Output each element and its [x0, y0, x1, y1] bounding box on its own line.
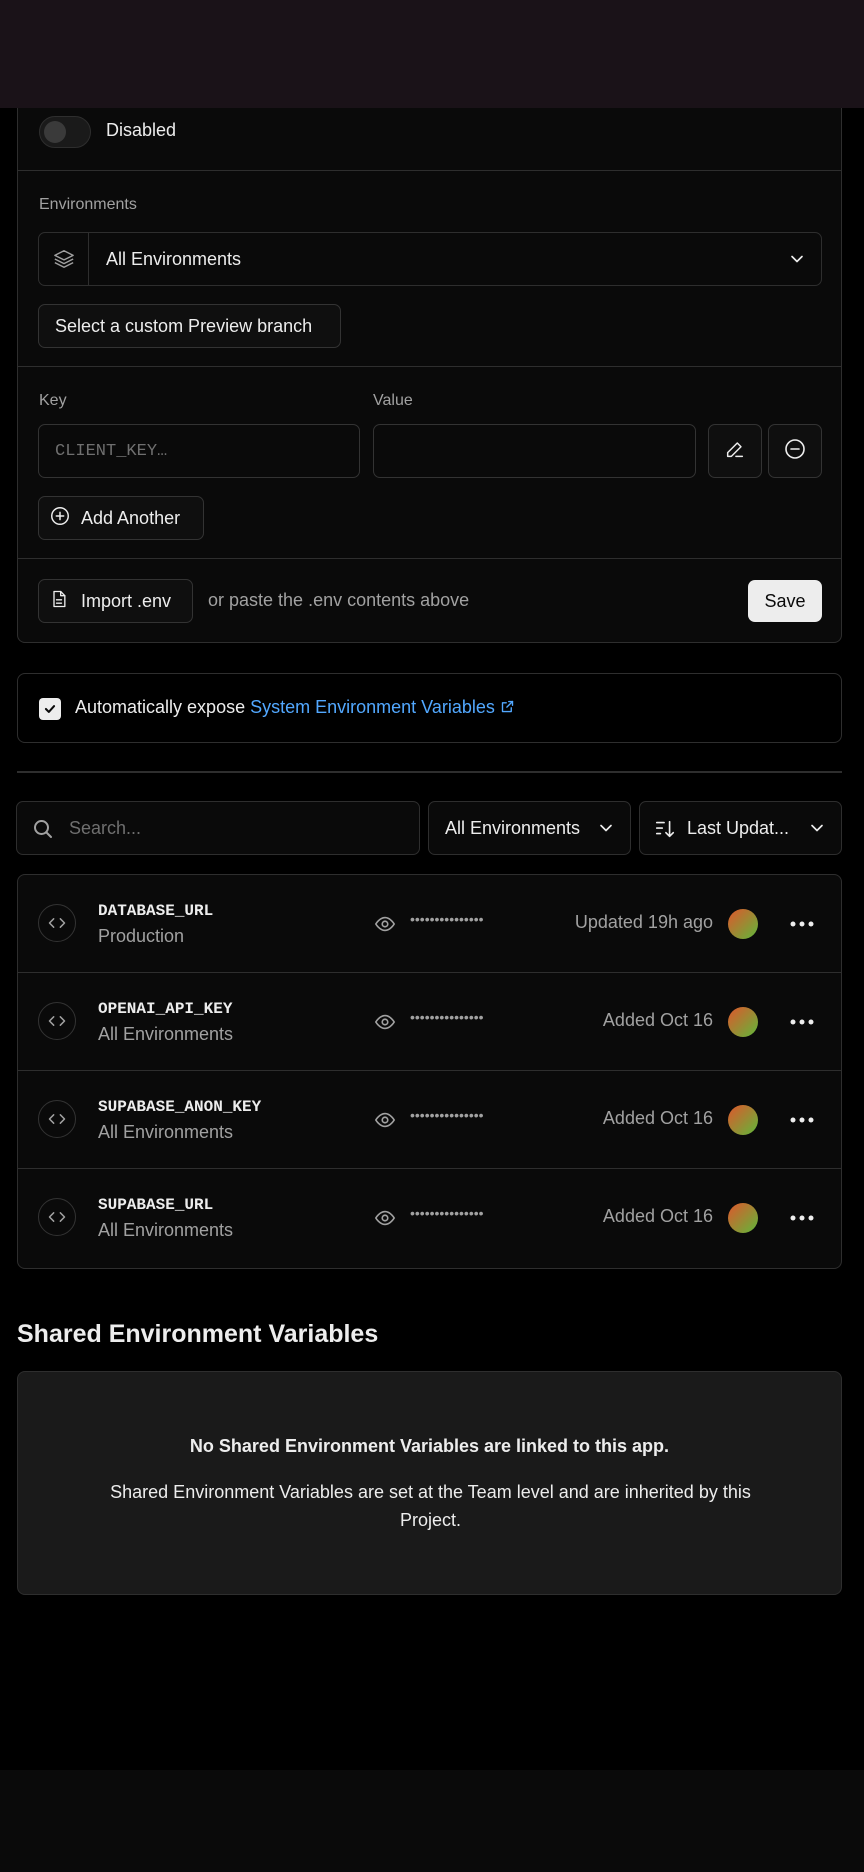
system-env-vars-link[interactable]: System Environment Variables — [250, 697, 515, 717]
value-label: Value — [373, 392, 413, 409]
environment-select[interactable]: All Environments — [38, 232, 822, 286]
chevron-down-icon — [596, 818, 616, 843]
variable-updated: Added Oct 16 — [602, 1010, 713, 1030]
search-icon — [31, 817, 55, 846]
variable-updated: Added Oct 16 — [602, 1108, 713, 1128]
code-icon — [38, 1002, 76, 1040]
edit-value-button[interactable] — [708, 424, 762, 478]
key-label: Key — [39, 392, 67, 409]
auto-expose-label: Automatically expose — [75, 697, 246, 717]
system-env-vars-link-label: System Environment Variables — [250, 697, 495, 717]
environment-filter-value: All Environments — [445, 818, 581, 838]
top-bar — [0, 0, 864, 108]
sort-value: Last Updat... — [687, 818, 790, 838]
variable-updated: Added Oct 16 — [602, 1206, 713, 1226]
search-input[interactable]: Search... — [16, 801, 420, 855]
custom-preview-branch-button[interactable]: Select a custom Preview branch — [38, 304, 341, 348]
masked-value: ••••••••••••••• — [410, 1205, 484, 1221]
eye-icon[interactable] — [374, 1109, 396, 1136]
variable-environment: All Environments — [98, 1122, 234, 1142]
chevron-down-icon — [787, 249, 807, 274]
empty-state-body: Shared Environment Variables are set at … — [110, 1482, 751, 1530]
add-another-button[interactable]: Add Another — [38, 496, 204, 540]
avatar — [728, 909, 758, 939]
eye-icon[interactable] — [374, 1207, 396, 1234]
variable-environment: All Environments — [98, 1220, 234, 1240]
divider — [18, 366, 841, 367]
code-icon — [38, 1100, 76, 1138]
variable-name: SUPABASE_URL — [98, 1196, 214, 1214]
pencil-icon — [724, 438, 746, 465]
chevron-down-icon — [807, 818, 827, 843]
save-button[interactable]: Save — [748, 580, 822, 622]
masked-value: ••••••••••••••• — [410, 1009, 484, 1025]
empty-state-heading: No Shared Environment Variables are link… — [189, 1436, 670, 1456]
masked-value: ••••••••••••••• — [410, 1107, 484, 1123]
import-env-label: Import .env — [81, 590, 172, 611]
variable-environment: Production — [98, 926, 185, 946]
eye-icon[interactable] — [374, 1011, 396, 1038]
code-icon — [38, 1198, 76, 1236]
section-separator — [17, 771, 842, 773]
avatar — [728, 1105, 758, 1135]
value-input[interactable] — [373, 424, 696, 478]
environment-filter[interactable]: All Environments — [428, 801, 631, 855]
shared-env-vars-empty-state: No Shared Environment Variables are link… — [17, 1371, 842, 1595]
auto-expose-text: Automatically expose System Environment … — [75, 697, 515, 718]
variable-row[interactable]: OPENAI_API_KEY All Environments ••••••••… — [18, 973, 841, 1071]
add-variable-panel: Disabled Environments All Environments S… — [17, 108, 842, 643]
variable-updated: Updated 19h ago — [574, 912, 713, 932]
add-another-label: Add Another — [81, 507, 181, 528]
auto-expose-checkbox[interactable] — [39, 698, 61, 720]
variable-row[interactable]: SUPABASE_URL All Environments ••••••••••… — [18, 1169, 841, 1267]
eye-icon[interactable] — [374, 913, 396, 940]
environment-select-value: All Environments — [106, 249, 242, 269]
avatar — [728, 1203, 758, 1233]
import-env-button[interactable]: Import .env — [38, 579, 193, 623]
more-options-icon[interactable] — [786, 909, 818, 939]
divider — [18, 558, 841, 559]
check-icon — [44, 705, 56, 713]
variable-name: DATABASE_URL — [98, 902, 214, 920]
auto-expose-card: Automatically expose System Environment … — [17, 673, 842, 743]
bottom-bar — [0, 1770, 864, 1872]
toggle-label: Disabled — [106, 120, 177, 140]
layers-icon — [39, 233, 89, 285]
divider — [18, 170, 841, 171]
sort-icon — [654, 818, 676, 845]
variable-list: DATABASE_URL Production ••••••••••••••• … — [17, 874, 842, 1269]
external-link-icon — [501, 700, 514, 713]
paste-hint: or paste the .env contents above — [208, 590, 470, 610]
file-icon — [49, 588, 69, 615]
variable-name: OPENAI_API_KEY — [98, 1000, 233, 1018]
minus-circle-icon — [783, 437, 807, 466]
environments-label: Environments — [39, 196, 137, 213]
remove-row-button[interactable] — [768, 424, 822, 478]
disabled-toggle[interactable] — [39, 116, 91, 148]
more-options-icon[interactable] — [786, 1105, 818, 1135]
variable-environment: All Environments — [98, 1024, 234, 1044]
sort-dropdown[interactable]: Last Updat... — [639, 801, 842, 855]
code-icon — [38, 904, 76, 942]
masked-value: ••••••••••••••• — [410, 911, 484, 927]
variable-row[interactable]: SUPABASE_ANON_KEY All Environments •••••… — [18, 1071, 841, 1169]
toggle-knob — [44, 121, 66, 143]
search-placeholder: Search... — [69, 818, 142, 838]
avatar — [728, 1007, 758, 1037]
shared-env-vars-title: Shared Environment Variables — [17, 1320, 379, 1348]
key-input[interactable]: CLIENT_KEY… — [38, 424, 360, 478]
variable-name: SUPABASE_ANON_KEY — [98, 1098, 262, 1116]
variable-row[interactable]: DATABASE_URL Production ••••••••••••••• … — [18, 875, 841, 973]
more-options-icon[interactable] — [786, 1203, 818, 1233]
plus-circle-icon — [49, 505, 71, 532]
more-options-icon[interactable] — [786, 1007, 818, 1037]
